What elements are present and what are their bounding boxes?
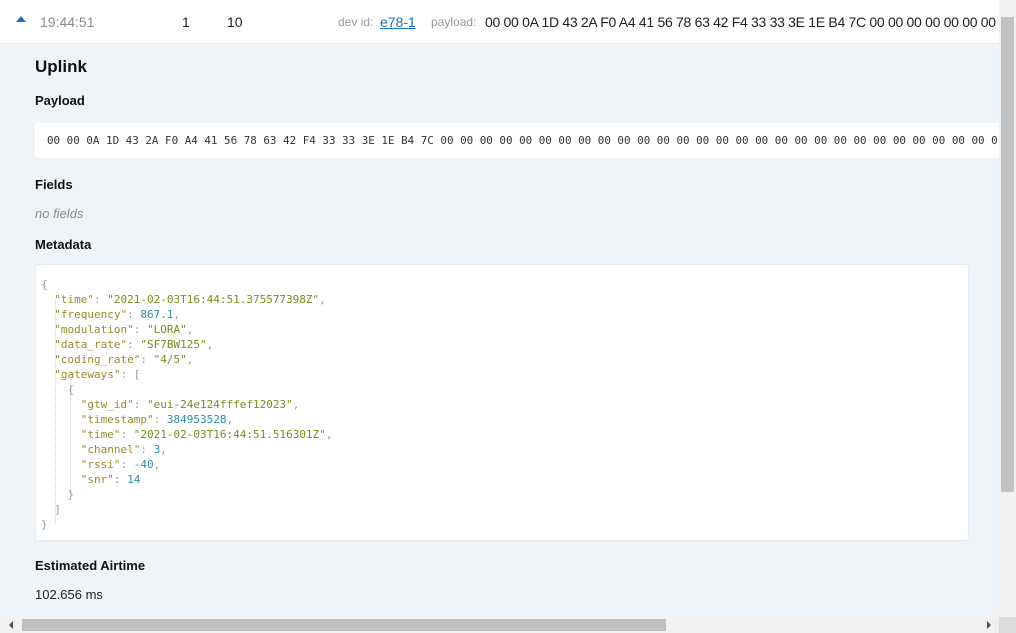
payload-label: payload: [431, 15, 477, 29]
meta-data-rate: "SF7BW125" [140, 338, 207, 351]
dev-id-link[interactable]: e78-1 [380, 14, 416, 30]
payload-hex: 00 00 0A 1D 43 2A F0 A4 41 56 78 63 42 F… [47, 134, 999, 147]
scroll-left-arrow-icon[interactable] [9, 621, 13, 629]
metadata-json: { "time": "2021-02-03T16:44:51.375577398… [41, 278, 333, 531]
meta-gtw-snr: 14 [127, 473, 141, 486]
meta-time: "2021-02-03T16:44:51.375577398Z" [107, 293, 320, 306]
airtime-value: 102.656 ms [35, 587, 103, 602]
meta-frequency: 867.1 [140, 308, 174, 321]
payload-box: 00 00 0A 1D 43 2A F0 A4 41 56 78 63 42 F… [35, 123, 999, 158]
horizontal-scroll-thumb[interactable] [22, 619, 666, 631]
row-port: 1 [182, 14, 190, 30]
scrollbar-corner [999, 617, 1016, 633]
vertical-scrollbar[interactable] [999, 0, 1016, 617]
row-counter: 10 [227, 14, 243, 30]
metadata-json-viewer: { "time": "2021-02-03T16:44:51.375577398… [35, 264, 969, 541]
meta-coding-rate: "4/5" [153, 353, 187, 366]
meta-gtw-time: "2021-02-03T16:44:51.516301Z" [133, 428, 326, 441]
meta-modulation: "LORA" [146, 323, 187, 336]
vertical-scroll-thumb[interactable] [1001, 17, 1014, 492]
uplink-title: Uplink [35, 57, 87, 76]
horizontal-scrollbar[interactable] [0, 617, 999, 633]
meta-gtw-rssi: -40 [133, 458, 154, 471]
meta-gtw-timestamp: 384953528 [166, 413, 227, 426]
content-viewport: 19:44:51 1 10 dev id: e78-1 payload: 00 … [0, 0, 999, 617]
dev-id-label: dev id: [338, 15, 374, 29]
collapse-caret-icon[interactable] [16, 16, 26, 22]
airtime-heading: Estimated Airtime [35, 558, 146, 573]
uplink-row-header[interactable]: 19:44:51 1 10 dev id: e78-1 payload: 00 … [0, 0, 999, 44]
metadata-heading: Metadata [35, 237, 92, 252]
meta-gtw-id: "eui-24e124fffef12023" [146, 398, 293, 411]
uplink-detail-panel: Uplink Payload 00 00 0A 1D 43 2A F0 A4 4… [20, 44, 999, 617]
row-time: 19:44:51 [40, 14, 95, 30]
fields-heading: Fields [35, 177, 73, 192]
payload-heading: Payload [35, 93, 85, 108]
scroll-right-arrow-icon[interactable] [987, 621, 991, 629]
payload-preview: 00 00 0A 1D 43 2A F0 A4 41 56 78 63 42 F… [485, 14, 999, 30]
no-fields-text: no fields [35, 206, 84, 221]
